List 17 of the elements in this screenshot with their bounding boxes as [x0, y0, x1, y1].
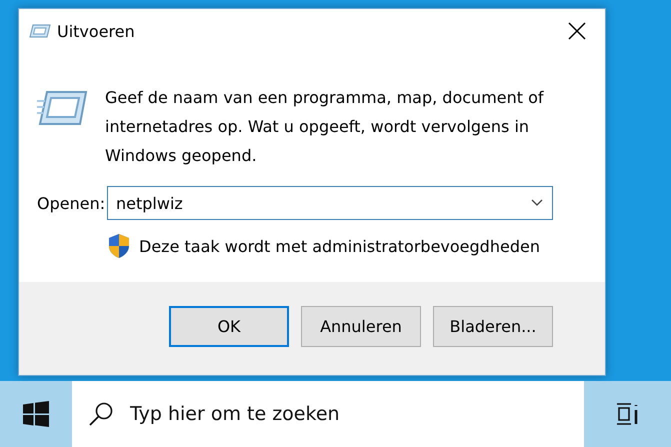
- window-title: Uitvoeren: [57, 22, 136, 40]
- run-app-icon: [29, 24, 51, 38]
- dialog-button[interactable]: Bladeren...: [433, 306, 553, 347]
- dropdown-chevron-icon[interactable]: [531, 199, 543, 207]
- close-icon[interactable]: [568, 22, 586, 40]
- dialog-button[interactable]: Annuleren: [301, 306, 421, 347]
- open-combobox[interactable]: netplwiz: [107, 186, 553, 220]
- admin-note: Deze taak wordt met administratorbevoegdheden: [139, 236, 540, 256]
- windows-logo-icon[interactable]: [23, 401, 49, 427]
- run-app-icon: [37, 89, 87, 127]
- taskbar-search-field[interactable]: Typ hier om te zoeken: [72, 381, 584, 447]
- task-view-icon[interactable]: [616, 402, 640, 426]
- search-icon: [88, 401, 114, 427]
- dialog-button[interactable]: OK: [169, 306, 289, 347]
- shield-icon: [107, 233, 131, 259]
- open-label: Openen:: [37, 194, 106, 212]
- description-text: Geef de naam van een programma, map, document of internetadres op. Wat u opgeeft, wordt vervolgens in Windows geopend.: [105, 87, 545, 167]
